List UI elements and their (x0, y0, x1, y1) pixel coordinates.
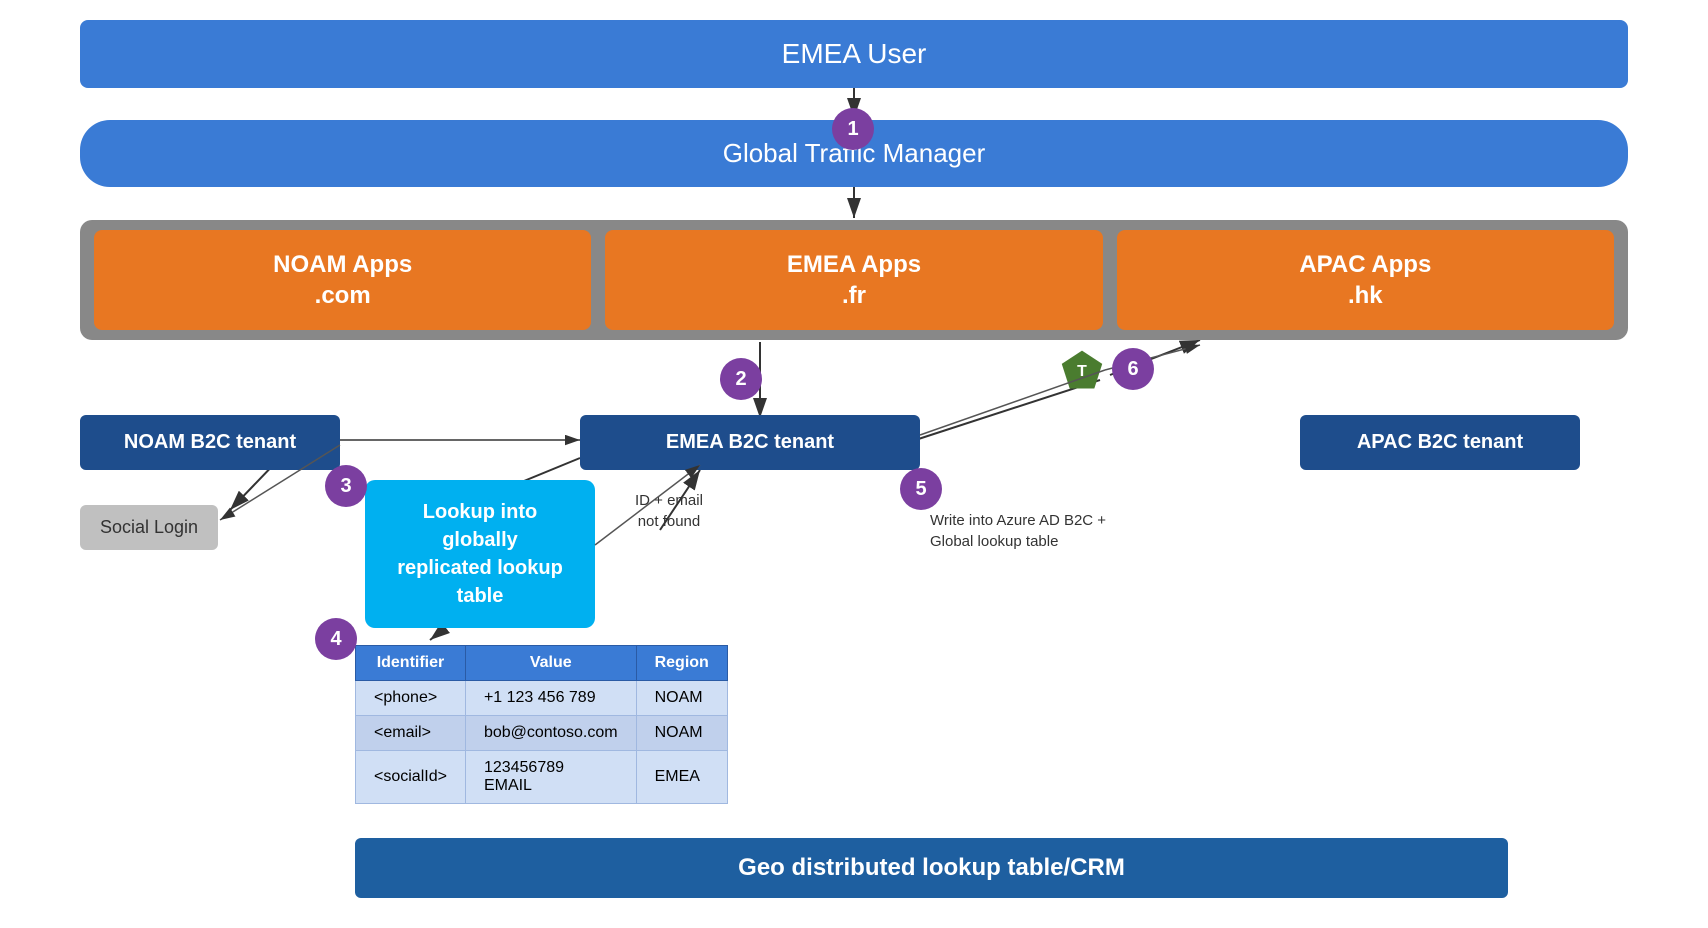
lookup-bubble: Lookup into globallyreplicated lookup ta… (365, 480, 595, 628)
emea-apps-box: EMEA Apps.fr (605, 230, 1102, 330)
apac-apps-box: APAC Apps.hk (1117, 230, 1614, 330)
table-row: <socialId> 123456789EMAIL EMEA (356, 751, 728, 804)
col-value: Value (465, 646, 636, 681)
badge-5: 5 (900, 468, 942, 510)
badge-4: 4 (315, 618, 357, 660)
write-label: Write into Azure AD B2C +Global lookup t… (930, 510, 1106, 552)
apac-b2c-tenant: APAC B2C tenant (1300, 415, 1580, 470)
emea-b2c-tenant: EMEA B2C tenant (580, 415, 920, 470)
badge-3: 3 (325, 465, 367, 507)
apps-row: NOAM Apps.com EMEA Apps.fr APAC Apps.hk (80, 220, 1628, 340)
badge-1: 1 (832, 108, 874, 150)
col-identifier: Identifier (356, 646, 466, 681)
emea-user-label: EMEA User (782, 38, 927, 69)
noam-apps-box: NOAM Apps.com (94, 230, 591, 330)
diagram: EMEA User 1 Global Traffic Manager NOAM … (0, 0, 1708, 928)
badge-2: 2 (720, 358, 762, 400)
lookup-table: Identifier Value Region <phone> +1 123 4… (355, 645, 728, 804)
geo-bar: Geo distributed lookup table/CRM (355, 838, 1508, 898)
social-login-box: Social Login (80, 505, 218, 550)
noam-b2c-tenant: NOAM B2C tenant (80, 415, 340, 470)
emea-user-bar: EMEA User (80, 20, 1628, 88)
pentagon-icon: T (1060, 348, 1104, 392)
svg-text:T: T (1077, 363, 1087, 380)
badge-6: 6 (1112, 348, 1154, 390)
table-row: <phone> +1 123 456 789 NOAM (356, 681, 728, 716)
col-region: Region (636, 646, 727, 681)
geo-bar-label: Geo distributed lookup table/CRM (738, 854, 1125, 881)
table-row: <email> bob@contoso.com NOAM (356, 716, 728, 751)
not-found-label: ID + emailnot found (635, 490, 703, 532)
